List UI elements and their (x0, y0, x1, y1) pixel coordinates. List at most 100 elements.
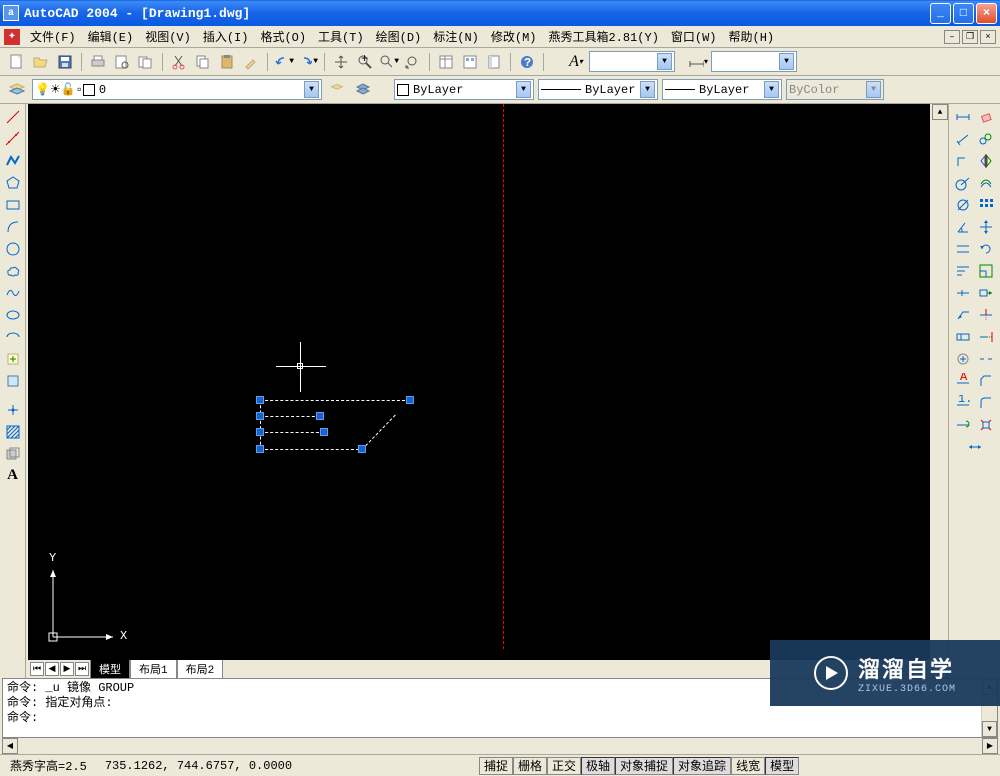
construction-line-button[interactable] (2, 128, 24, 149)
tab-prev-button[interactable]: ◀ (45, 662, 59, 676)
dim-ordinate-button[interactable] (952, 150, 974, 171)
mdi-close-button[interactable]: × (980, 30, 996, 44)
text-style-button[interactable]: A▾ (565, 51, 587, 73)
menu-draw[interactable]: 绘图(D) (370, 26, 428, 47)
make-block-button[interactable] (2, 370, 24, 391)
array-button[interactable] (975, 194, 997, 215)
dim-baseline-button[interactable] (952, 260, 974, 281)
dim-style-button[interactable]: ▾ (687, 51, 709, 73)
undo-button[interactable]: ▼ (273, 51, 295, 73)
close-button[interactable]: × (976, 3, 997, 24)
linetype-combo[interactable]: ByLayer▼ (538, 79, 658, 100)
layer-combo[interactable]: 💡 ☀ 🔓 ▫ 0 ▼ (32, 79, 322, 100)
zoom-window-button[interactable]: ▼ (378, 51, 400, 73)
polar-toggle[interactable]: 极轴 (581, 757, 615, 775)
maximize-button[interactable]: □ (953, 3, 974, 24)
grip-handle[interactable] (256, 412, 264, 420)
dim-update-button[interactable] (952, 414, 974, 435)
cut-button[interactable] (168, 51, 190, 73)
line-button[interactable] (2, 106, 24, 127)
tab-next-button[interactable]: ▶ (60, 662, 74, 676)
explode-button[interactable] (975, 414, 997, 435)
menu-format[interactable]: 格式(O) (254, 26, 312, 47)
insert-block-button[interactable] (2, 348, 24, 369)
point-button[interactable] (2, 399, 24, 420)
center-mark-button[interactable] (952, 348, 974, 369)
dim-aligned-button[interactable] (952, 128, 974, 149)
break-button[interactable] (975, 348, 997, 369)
dim-continue-button[interactable] (952, 282, 974, 303)
copy-object-button[interactable] (975, 128, 997, 149)
extend-button[interactable] (975, 326, 997, 347)
dim-quick-button[interactable] (952, 238, 974, 259)
tab-last-button[interactable]: ⏭ (75, 662, 89, 676)
circle-button[interactable] (2, 238, 24, 259)
design-center-button[interactable] (459, 51, 481, 73)
text-style-combo[interactable]: ▼ (589, 51, 675, 72)
rotate-button[interactable] (975, 238, 997, 259)
grip-handle[interactable] (256, 445, 264, 453)
new-button[interactable] (6, 51, 28, 73)
command-hscrollbar[interactable]: ◀▶ (2, 738, 998, 754)
model-toggle[interactable]: 模型 (765, 757, 799, 775)
ellipse-arc-button[interactable] (2, 326, 24, 347)
rectangle-button[interactable] (2, 194, 24, 215)
osnap-toggle[interactable]: 对象捕捉 (615, 757, 673, 775)
minimize-button[interactable]: _ (930, 3, 951, 24)
menu-help[interactable]: 帮助(H) (723, 26, 781, 47)
stretch-button[interactable] (975, 282, 997, 303)
menu-modify[interactable]: 修改(M) (485, 26, 543, 47)
mdi-minimize-button[interactable]: – (944, 30, 960, 44)
grip-handle[interactable] (256, 428, 264, 436)
revcloud-button[interactable] (2, 260, 24, 281)
menu-dimension[interactable]: 标注(N) (427, 26, 485, 47)
zoom-realtime-button[interactable]: + (354, 51, 376, 73)
erase-button[interactable] (975, 106, 997, 127)
offset-button[interactable] (975, 172, 997, 193)
text-button[interactable]: A (2, 465, 24, 486)
layer-manager-button[interactable] (6, 79, 28, 101)
tolerance-button[interactable] (952, 326, 974, 347)
print-button[interactable] (87, 51, 109, 73)
tab-first-button[interactable]: ⏮ (30, 662, 44, 676)
ortho-toggle[interactable]: 正交 (547, 757, 581, 775)
mdi-restore-button[interactable]: ❐ (962, 30, 978, 44)
arc-button[interactable] (2, 216, 24, 237)
hatch-button[interactable] (2, 421, 24, 442)
grip-handle[interactable] (406, 396, 414, 404)
help-button[interactable]: ? (516, 51, 538, 73)
dim-diameter-button[interactable] (952, 194, 974, 215)
dim-style-control-button[interactable] (964, 436, 986, 457)
drawing-canvas[interactable]: X Y (28, 104, 930, 660)
menu-view[interactable]: 视图(V) (139, 26, 197, 47)
chamfer-button[interactable] (975, 370, 997, 391)
grip-handle[interactable] (358, 445, 366, 453)
print-preview-button[interactable] (111, 51, 133, 73)
open-button[interactable] (30, 51, 52, 73)
otrack-toggle[interactable]: 对象追踪 (673, 757, 731, 775)
grip-handle[interactable] (320, 428, 328, 436)
zoom-previous-button[interactable] (402, 51, 424, 73)
menu-edit[interactable]: 编辑(E) (82, 26, 140, 47)
tool-palettes-button[interactable] (483, 51, 505, 73)
lwt-toggle[interactable]: 线宽 (731, 757, 765, 775)
menu-file[interactable]: 文件(F) (24, 26, 82, 47)
dim-edit-button[interactable]: A (952, 370, 974, 391)
menu-insert[interactable]: 插入(I) (197, 26, 255, 47)
color-combo[interactable]: ByLayer▼ (394, 79, 534, 100)
dim-radius-button[interactable] (952, 172, 974, 193)
paste-button[interactable] (216, 51, 238, 73)
layer-previous-button[interactable] (326, 79, 348, 101)
canvas-vscrollbar[interactable]: ▲ ▼ (932, 104, 948, 678)
tab-layout1[interactable]: 布局1 (130, 660, 177, 679)
region-button[interactable] (2, 443, 24, 464)
leader-button[interactable] (952, 304, 974, 325)
snap-toggle[interactable]: 捕捉 (479, 757, 513, 775)
menu-yanxiu[interactable]: 燕秀工具箱2.81(Y) (542, 26, 664, 47)
spline-button[interactable] (2, 282, 24, 303)
copy-button[interactable] (192, 51, 214, 73)
grip-handle[interactable] (316, 412, 324, 420)
match-props-button[interactable] (240, 51, 262, 73)
menu-window[interactable]: 窗口(W) (665, 26, 723, 47)
tab-layout2[interactable]: 布局2 (177, 660, 224, 679)
